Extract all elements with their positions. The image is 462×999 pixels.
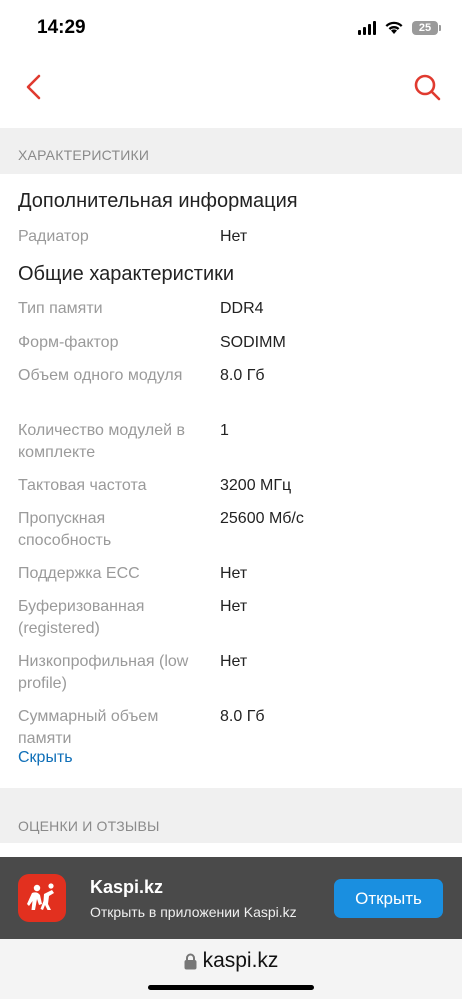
lock-icon: [184, 953, 197, 969]
home-indicator[interactable]: [148, 985, 314, 990]
spec-value: 1: [220, 422, 229, 439]
spec-label: Тип памяти: [18, 300, 103, 317]
spec-label: Тактовая частота: [18, 477, 147, 494]
search-icon: [414, 74, 441, 101]
spec-label: Пропускная способность: [18, 510, 112, 549]
hide-link[interactable]: Скрыть: [18, 749, 73, 767]
banner-subtitle: Открыть в приложении Kaspi.kz: [90, 904, 297, 920]
spec-value: Нет: [220, 565, 248, 582]
app-banner: Kaspi.kz Открыть в приложении Kaspi.kz О…: [0, 857, 462, 939]
spec-value: 3200 МГц: [220, 477, 292, 494]
spec-value: 8.0 Гб: [220, 708, 265, 725]
characteristics-header-label: ХАРАКТЕРИСТИКИ: [18, 147, 150, 163]
kaspi-app-icon: [18, 874, 66, 922]
characteristics-section-header: ХАРАКТЕРИСТИКИ: [0, 128, 462, 174]
spec-value: 25600 Мб/с: [220, 510, 304, 527]
spec-label: Поддержка ECC: [18, 565, 140, 582]
spec-label: Количество модулей в комплекте: [18, 422, 186, 461]
browser-bar: kaspi.kz: [0, 939, 462, 999]
reviews-header-label: ОЦЕНКИ И ОТЗЫВЫ: [18, 818, 160, 834]
wifi-icon: [385, 21, 403, 34]
status-bar: 14:29 25: [0, 0, 462, 60]
group-title-additional: Дополнительная информация: [18, 190, 298, 212]
url-text: kaspi.kz: [202, 949, 279, 972]
spec-value: Нет: [220, 228, 248, 245]
status-icons: 25: [358, 20, 441, 35]
back-button[interactable]: [20, 72, 50, 102]
spec-label: Объем одного модуля: [18, 367, 183, 384]
banner-title: Kaspi.kz: [90, 877, 164, 897]
reviews-section-header[interactable]: ОЦЕНКИ И ОТЗЫВЫ: [0, 788, 462, 843]
spec-value: Нет: [220, 653, 248, 670]
open-app-button[interactable]: Открыть: [334, 879, 443, 918]
chevron-left-icon: [26, 74, 41, 100]
spec-value: SODIMM: [220, 334, 286, 351]
address-bar[interactable]: kaspi.kz: [0, 949, 462, 973]
group-title-general: Общие характеристики: [18, 263, 235, 285]
spec-value: DDR4: [220, 300, 264, 317]
spec-label: Суммарный объем памяти: [18, 708, 159, 747]
cellular-signal-icon: [358, 20, 376, 35]
battery-icon: 25: [412, 20, 441, 35]
spec-label: Форм-фактор: [18, 334, 119, 351]
spec-label: Низкопрофильная (low profile): [18, 653, 189, 692]
spec-label: Буферизованная (registered): [18, 598, 145, 637]
spec-value: Нет: [220, 598, 248, 615]
characteristics-content: Дополнительная информация Радиатор Нет О…: [0, 174, 462, 788]
spec-value: 8.0 Гб: [220, 367, 265, 384]
search-button[interactable]: [412, 72, 442, 102]
nav-bar: [0, 60, 462, 128]
status-time: 14:29: [37, 17, 86, 38]
spec-label: Радиатор: [18, 228, 89, 245]
